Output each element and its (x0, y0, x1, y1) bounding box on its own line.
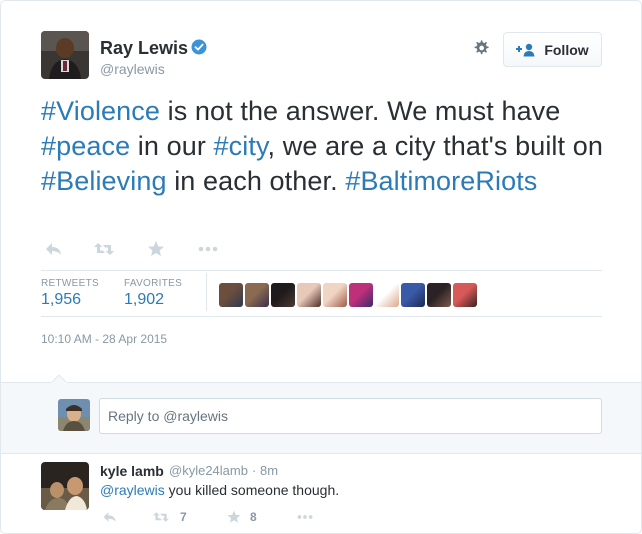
hashtag-link[interactable]: #Believing (41, 166, 167, 196)
verified-badge-icon (191, 39, 207, 55)
tweet-text-segment: , we are a city that's built on (267, 131, 603, 161)
author-avatar[interactable] (41, 31, 89, 79)
follow-button[interactable]: Follow (503, 32, 602, 67)
reply-more-options-icon[interactable] (295, 509, 315, 525)
reply-author-name[interactable]: kyle lamb (100, 463, 164, 479)
favoriter-avatar[interactable] (401, 283, 425, 307)
gear-icon[interactable] (472, 39, 490, 57)
author-name[interactable]: Ray Lewis (100, 38, 188, 59)
favoriter-avatar[interactable] (297, 283, 321, 307)
hashtag-link[interactable]: #Violence (41, 96, 160, 126)
reply-text: @raylewis you killed someone though. (100, 482, 339, 498)
reply-meta-separator: · (252, 463, 257, 478)
favoriter-avatar[interactable] (427, 283, 451, 307)
favorites-label: FAVORITES (124, 278, 183, 289)
retweets-label: RETWEETS (41, 278, 99, 289)
reply-reply-icon[interactable] (101, 509, 119, 525)
tweet-text-segment: in each other. (166, 166, 346, 196)
reply-author-handle[interactable]: @kyle24lamb (169, 463, 248, 478)
favoriter-avatar[interactable] (349, 283, 373, 307)
reply-body: you killed someone though. (164, 482, 340, 498)
retweet-icon[interactable] (93, 239, 115, 259)
favorite-star-icon[interactable] (145, 239, 167, 259)
add-user-icon (516, 43, 535, 56)
hashtag-link[interactable]: #peace (41, 131, 130, 161)
tweet-text-segment: is not the answer. We must have (160, 96, 561, 126)
reply-timestamp[interactable]: 8m (260, 463, 278, 478)
current-user-avatar (58, 399, 90, 431)
stats-separator (206, 273, 207, 311)
favorites-count[interactable]: 1,902 (124, 291, 164, 309)
tweet-timestamp[interactable]: 10:10 AM - 28 Apr 2015 (41, 332, 167, 346)
hashtag-link[interactable]: #city (214, 131, 268, 161)
reply-favorite-star-icon[interactable] (225, 509, 243, 525)
reply-retweet-count: 7 (180, 510, 187, 524)
favoriter-avatar[interactable] (375, 283, 399, 307)
hashtag-link[interactable]: #BaltimoreRiots (345, 166, 537, 196)
caret-up-icon (51, 374, 67, 383)
favoriter-avatar[interactable] (323, 283, 347, 307)
stats-top-divider (41, 270, 602, 271)
retweets-count[interactable]: 1,956 (41, 291, 81, 309)
tweet-permalink-card: Ray Lewis @raylewis Follow #Violence is … (0, 0, 642, 534)
favoriter-avatar[interactable] (219, 283, 243, 307)
reply-favorite-count: 8 (250, 510, 257, 524)
more-options-icon[interactable] (197, 239, 219, 259)
stats-bottom-divider (41, 316, 602, 317)
favoriter-avatar[interactable] (453, 283, 477, 307)
reply-icon[interactable] (43, 239, 65, 259)
reply-author-avatar[interactable] (41, 462, 89, 510)
tweet-text: #Violence is not the answer. We must hav… (41, 94, 611, 199)
tweet-text-segment: in our (130, 131, 214, 161)
reply-input[interactable] (99, 398, 602, 434)
favoriter-avatar[interactable] (271, 283, 295, 307)
follow-label: Follow (544, 41, 589, 58)
favoriter-avatar[interactable] (245, 283, 269, 307)
author-handle[interactable]: @raylewis (100, 61, 165, 77)
reply-mention-link[interactable]: @raylewis (100, 482, 165, 498)
reply-retweet-icon[interactable] (151, 509, 171, 525)
